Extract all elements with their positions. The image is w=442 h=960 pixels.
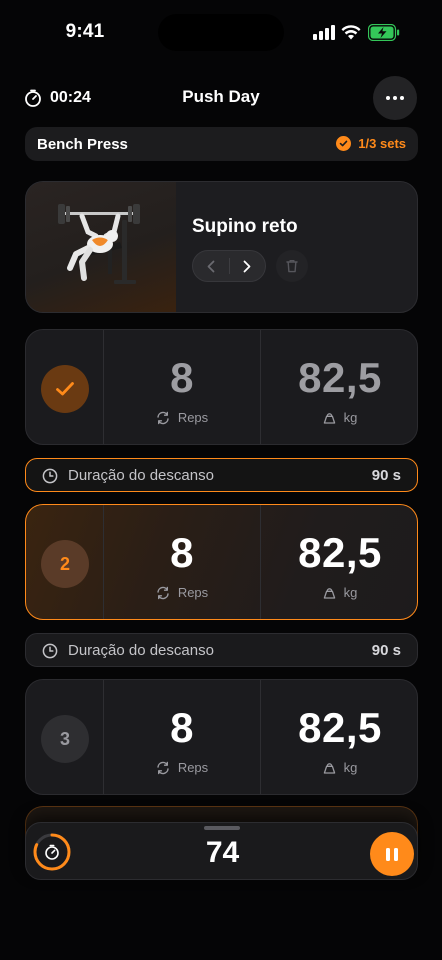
drag-handle[interactable] — [204, 826, 240, 830]
weight-value: 82,5 — [298, 704, 382, 751]
wifi-icon — [341, 25, 361, 40]
set-complete-badge[interactable] — [41, 365, 89, 413]
chevron-left-icon — [207, 260, 215, 272]
exercise-variant-name: Supino reto — [192, 216, 298, 237]
weight-label: kg — [261, 410, 417, 425]
chevron-right-icon — [243, 260, 251, 272]
set-row-2[interactable]: 2 8 Reps 82,5 kg — [25, 504, 418, 620]
previous-variant-button[interactable] — [193, 251, 229, 281]
repeat-icon — [157, 411, 169, 424]
set-badge-cell: 2 — [26, 505, 104, 619]
pause-icon — [386, 847, 390, 861]
reps-label: Reps — [104, 760, 260, 775]
kettlebell-icon — [323, 413, 335, 424]
status-bar: 9:41 — [0, 0, 442, 64]
weight-cell[interactable]: 82,5 kg — [261, 330, 417, 444]
weight-value: 82,5 — [298, 529, 382, 576]
dynamic-island — [158, 14, 284, 51]
more-dots-icon — [386, 96, 390, 100]
sets-progress-text: 1/3 sets — [358, 136, 406, 151]
bench-press-illustration — [26, 182, 176, 312]
repeat-icon — [157, 761, 169, 774]
rest-duration-row-2[interactable]: Duração do descanso 90 s — [25, 633, 418, 667]
delete-exercise-button[interactable] — [276, 250, 308, 282]
exercise-selector[interactable]: Bench Press 1/3 sets — [25, 127, 418, 161]
reps-cell[interactable]: 8 Reps — [104, 680, 261, 794]
pause-timer-button[interactable] — [370, 832, 414, 876]
sets-progress: 1/3 sets — [336, 136, 406, 151]
reps-value: 8 — [170, 529, 194, 576]
next-variant-button[interactable] — [230, 251, 266, 281]
workout-header: 00:24 Push Day — [0, 74, 442, 122]
status-time: 9:41 — [65, 21, 105, 42]
cellular-signal-icon — [313, 24, 335, 40]
bench-press-figure-icon — [58, 204, 140, 284]
rest-duration-row-1[interactable]: Duração do descanso 90 s — [25, 458, 418, 492]
reps-label: Reps — [104, 410, 260, 425]
more-options-button[interactable] — [373, 76, 417, 120]
reps-value: 8 — [170, 704, 194, 751]
rest-duration-value: 90 s — [371, 642, 401, 659]
clock-icon — [42, 468, 58, 483]
weight-value: 82,5 — [298, 354, 382, 401]
battery-charging-icon — [368, 24, 400, 41]
reps-value: 8 — [170, 354, 194, 401]
weight-label: kg — [261, 585, 417, 600]
set-number-badge[interactable]: 3 — [41, 715, 89, 763]
variant-navigator — [192, 250, 266, 282]
set-badge-cell: 3 — [26, 680, 104, 794]
set-row-3[interactable]: 3 8 Reps 82,5 kg — [25, 679, 418, 795]
repeat-icon — [157, 586, 169, 599]
set-row-1[interactable]: 8 Reps 82,5 kg — [25, 329, 418, 445]
exercise-card: Supino reto — [25, 181, 418, 313]
rest-timer-bar[interactable]: 74 — [25, 822, 418, 880]
rest-countdown: 74 — [205, 836, 240, 869]
kettlebell-icon — [323, 588, 335, 599]
weight-cell[interactable]: 82,5 kg — [261, 680, 417, 794]
checkmark-icon — [56, 382, 74, 396]
reps-label: Reps — [104, 585, 260, 600]
clock-icon — [42, 643, 58, 658]
reps-cell[interactable]: 8 Reps — [104, 505, 261, 619]
weight-cell[interactable]: 82,5 kg — [261, 505, 417, 619]
set-number-badge[interactable]: 2 — [41, 540, 89, 588]
rest-duration-label: Duração do descanso — [68, 642, 214, 659]
exercise-name: Bench Press — [37, 136, 128, 153]
trash-icon — [286, 259, 298, 273]
reps-cell[interactable]: 8 Reps — [104, 330, 261, 444]
check-circle-icon — [336, 136, 352, 151]
weight-label: kg — [261, 760, 417, 775]
set-badge-cell — [26, 330, 104, 444]
kettlebell-icon — [323, 763, 335, 774]
rest-duration-label: Duração do descanso — [68, 467, 214, 484]
rest-duration-value: 90 s — [371, 467, 401, 484]
